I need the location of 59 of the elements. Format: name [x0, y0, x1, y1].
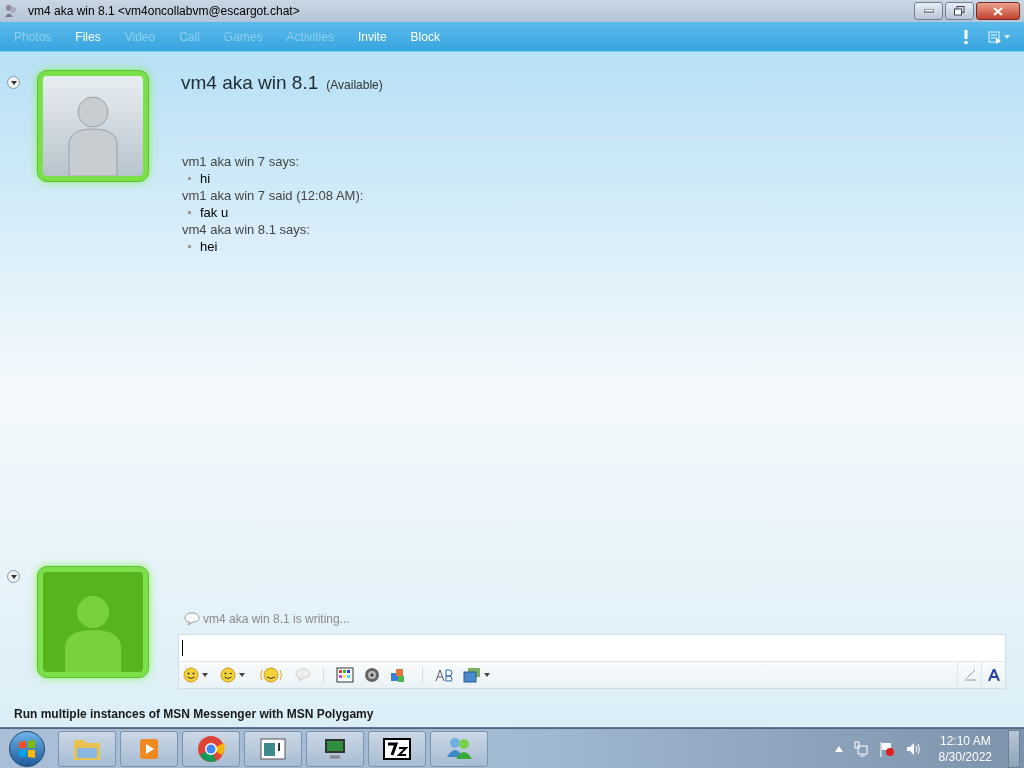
collapse-button[interactable] [7, 570, 20, 583]
status-bar-text: Run multiple instances of MSN Messenger with MSN Polygamy [14, 705, 374, 723]
taskbar-folder-button[interactable] [58, 730, 116, 767]
nudge-icon[interactable] [259, 667, 283, 683]
speech-bubble-icon [184, 612, 200, 626]
messenger-icon [4, 4, 18, 18]
close-button[interactable] [976, 2, 1020, 20]
message-sender: vm1 aka win 7 said (12:08 AM): [182, 186, 365, 204]
pen-icon [962, 669, 977, 681]
close-icon [993, 6, 1003, 16]
message-sender: vm4 aka win 8.1 says: [182, 220, 311, 238]
clock-time[interactable]: 12:10 AM [939, 732, 991, 749]
toolbar-item[interactable]: Invite [357, 27, 387, 46]
toolbar-item[interactable]: Files [75, 27, 101, 46]
taskbar-computer-button[interactable] [306, 730, 364, 767]
taskbar-media-player-button[interactable] [120, 730, 178, 767]
speaker-icon[interactable] [364, 667, 380, 683]
taskbar-browser-button[interactable] [182, 730, 240, 767]
show-desktop-button[interactable] [1008, 729, 1020, 768]
document-window-icon [258, 735, 288, 762]
windows-logo-icon [18, 739, 36, 758]
windows-icon[interactable] [463, 667, 481, 683]
caret-icon[interactable] [1004, 34, 1010, 39]
message-text: fak u [200, 203, 229, 221]
restore-icon [954, 6, 965, 16]
smiley-icon [183, 667, 199, 683]
show-hidden-icons-icon[interactable] [834, 745, 843, 752]
contact-status: (Available) [326, 77, 383, 94]
taskbar-archive-button[interactable] [368, 730, 426, 767]
blocks-icon[interactable] [390, 667, 406, 683]
flag-icon[interactable] [878, 740, 895, 757]
typing-notice: vm4 aka win 8.1 is writing... [203, 611, 350, 628]
toolbar-item[interactable]: Block [410, 27, 440, 46]
grid-icon[interactable] [336, 667, 354, 683]
collapse-button[interactable] [7, 76, 20, 89]
caret-icon [10, 574, 17, 579]
window-menu-icon[interactable] [988, 29, 1002, 44]
contact-name: vm4 aka win 8.1 [181, 71, 319, 95]
minimize-icon [923, 9, 934, 13]
message-text: hi [200, 169, 211, 187]
archive-icon [381, 735, 413, 762]
message-text: hei [200, 237, 218, 255]
font-icon [987, 669, 1000, 681]
wink-icon [220, 667, 236, 683]
alert-icon[interactable] [964, 29, 968, 44]
start-button[interactable] [9, 730, 45, 767]
spell-check-icon[interactable] [435, 667, 453, 683]
caret-icon [202, 673, 208, 677]
clock-date[interactable]: 8/30/2022 [938, 748, 992, 765]
network-icon[interactable] [852, 740, 869, 757]
caret-icon [239, 673, 245, 677]
message-sender: vm1 aka win 7 says: [182, 152, 301, 170]
browser-icon [196, 733, 226, 764]
window-title: vm4 aka win 8.1 <vm4oncollabvm@escargot.chat> [28, 3, 300, 20]
caret-icon [10, 80, 17, 85]
voice-clip-icon[interactable] [295, 667, 311, 683]
restore-button[interactable] [945, 2, 974, 20]
taskbar-document-window-button[interactable] [244, 730, 302, 767]
caret-icon [484, 673, 490, 677]
